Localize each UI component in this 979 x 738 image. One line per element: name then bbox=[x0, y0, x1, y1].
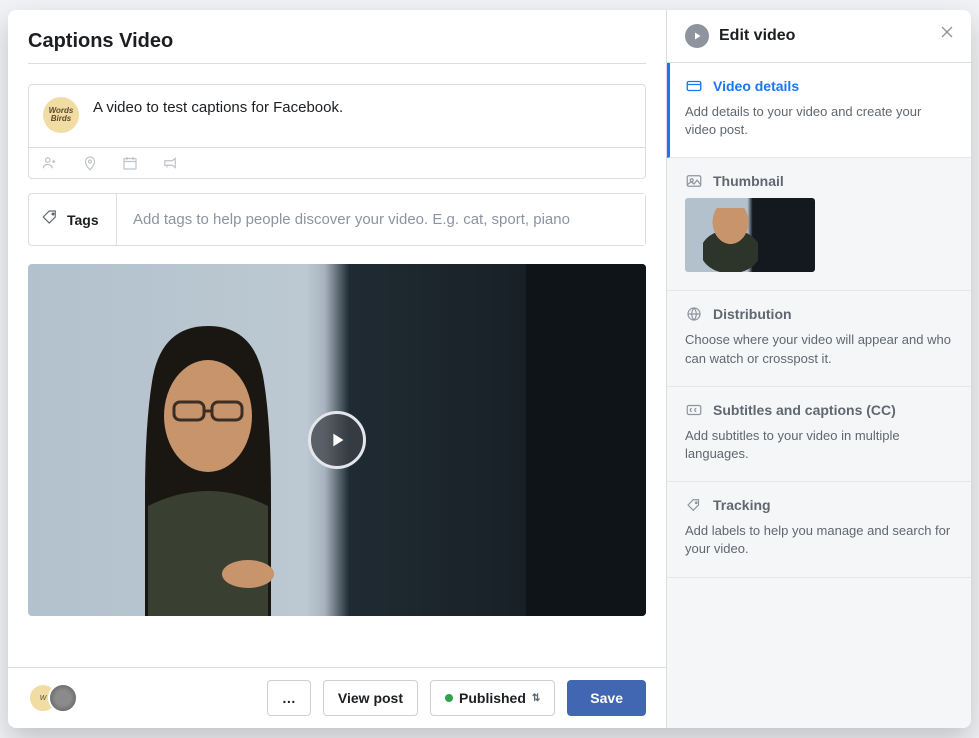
edit-video-modal: Captions Video WordsBirds A video to tes… bbox=[8, 10, 971, 728]
sidebar-title: Edit video bbox=[719, 27, 795, 45]
user-avatar-small bbox=[48, 683, 78, 713]
sponsor-icon[interactable] bbox=[161, 154, 179, 172]
main-content: Captions Video WordsBirds A video to tes… bbox=[8, 10, 666, 667]
tracking-icon bbox=[685, 496, 703, 514]
save-button[interactable]: Save bbox=[567, 680, 646, 716]
sidebar-header: Edit video bbox=[667, 10, 971, 63]
video-preview[interactable] bbox=[28, 264, 646, 616]
cc-icon bbox=[685, 401, 703, 419]
play-circle-icon bbox=[685, 24, 709, 48]
page-title: Captions Video bbox=[28, 30, 646, 53]
attribution-avatars[interactable]: W bbox=[28, 683, 78, 713]
tags-label-text: Tags bbox=[67, 212, 99, 228]
bottom-bar: W … View post Published ⇅ Save bbox=[8, 667, 666, 728]
ellipsis-icon: … bbox=[282, 690, 296, 706]
composer-toolbar bbox=[29, 147, 645, 178]
tags-label: Tags bbox=[29, 194, 117, 245]
calendar-icon[interactable] bbox=[121, 154, 139, 172]
tag-people-icon[interactable] bbox=[41, 154, 59, 172]
sidebar: Edit video Video details Add details to … bbox=[666, 10, 971, 728]
section-tracking[interactable]: Tracking Add labels to help you manage a… bbox=[667, 482, 971, 577]
section-thumbnail[interactable]: Thumbnail bbox=[667, 158, 971, 291]
thumbnail-icon bbox=[685, 172, 703, 190]
section-distribution[interactable]: Distribution Choose where your video wil… bbox=[667, 291, 971, 386]
divider bbox=[28, 63, 646, 64]
published-status-button[interactable]: Published ⇅ bbox=[430, 680, 555, 716]
tags-input[interactable] bbox=[117, 194, 645, 245]
preview-person bbox=[78, 306, 338, 616]
video-details-icon bbox=[685, 77, 703, 95]
location-icon[interactable] bbox=[81, 154, 99, 172]
chevron-updown-icon: ⇅ bbox=[532, 693, 540, 704]
status-dot-icon bbox=[445, 694, 453, 702]
main-column: Captions Video WordsBirds A video to tes… bbox=[8, 10, 666, 728]
tags-card: Tags bbox=[28, 193, 646, 246]
more-options-button[interactable]: … bbox=[267, 680, 311, 716]
composer-body[interactable]: WordsBirds A video to test captions for … bbox=[29, 85, 645, 147]
distribution-icon bbox=[685, 305, 703, 323]
section-video-details[interactable]: Video details Add details to your video … bbox=[667, 63, 971, 158]
close-button[interactable] bbox=[937, 22, 957, 42]
preview-background-bookshelf bbox=[526, 264, 646, 616]
page-avatar: WordsBirds bbox=[43, 97, 79, 133]
tag-icon bbox=[41, 208, 59, 231]
thumbnail-preview[interactable] bbox=[685, 198, 815, 272]
view-post-button[interactable]: View post bbox=[323, 680, 418, 716]
composer-card: WordsBirds A video to test captions for … bbox=[28, 84, 646, 179]
composer-text: A video to test captions for Facebook. bbox=[93, 97, 343, 116]
section-subtitles[interactable]: Subtitles and captions (CC) Add subtitle… bbox=[667, 387, 971, 482]
